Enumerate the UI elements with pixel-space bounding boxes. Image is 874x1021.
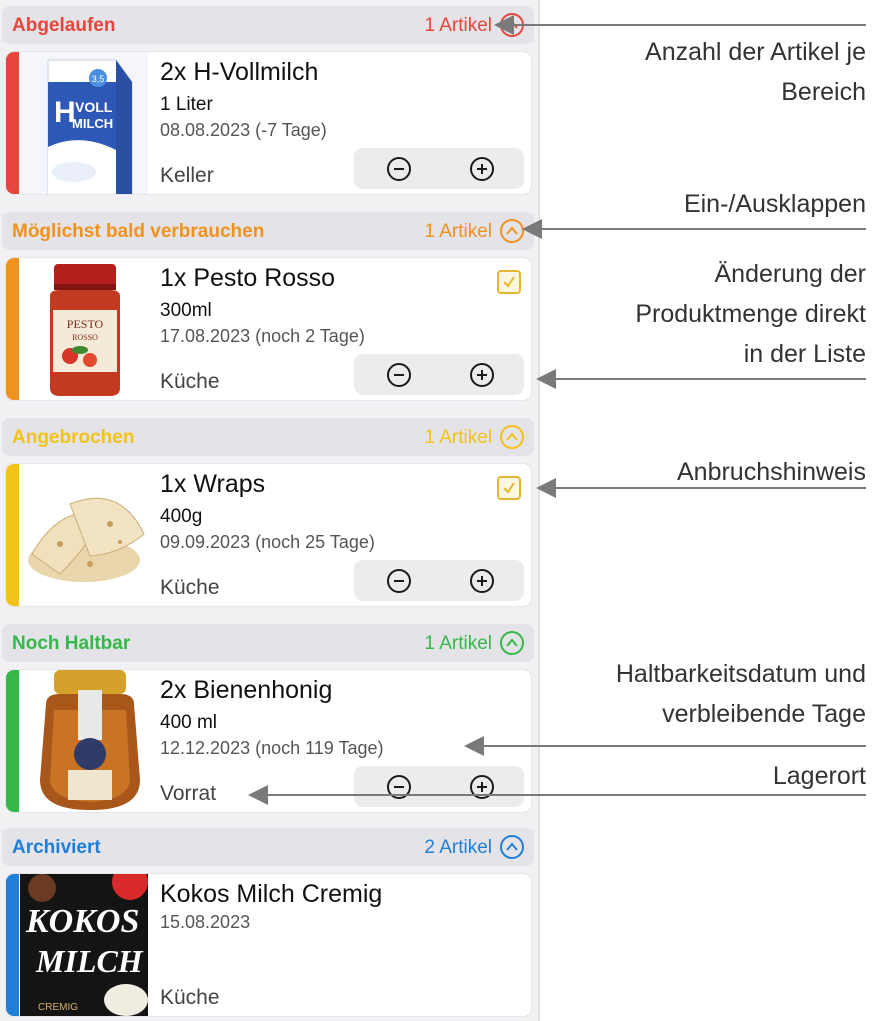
item-name: Kokos Milch Cremig: [160, 880, 383, 908]
item-location: Küche: [160, 370, 220, 393]
item-location: Küche: [160, 576, 220, 599]
item-size: 300ml: [160, 300, 212, 321]
item-name: 2x Bienenhonig: [160, 676, 333, 704]
coconut-label-milch: MILCH: [35, 943, 144, 979]
section-count: 1 Artikel: [424, 633, 492, 654]
item-name: 1x Pesto Rosso: [160, 264, 336, 292]
section-title: Noch Haltbar: [12, 633, 131, 654]
milk-label-voll: VOLL: [75, 99, 113, 115]
product-image-honey: [20, 670, 148, 812]
milk-fat-label: 3,5: [92, 74, 105, 84]
checkbox-checked-icon[interactable]: [497, 476, 521, 500]
chevron-up-circle-icon[interactable]: [500, 219, 524, 243]
pesto-label-2: ROSSO: [72, 333, 98, 342]
product-image-coconut-milk: KOKOS MILCH CREMIG: [20, 874, 148, 1016]
coconut-label-cremig: CREMIG: [38, 1002, 78, 1013]
list-item[interactable]: 1x Wraps 400g 09.09.2023 (noch 25 Tage) …: [6, 464, 531, 606]
list-item[interactable]: 2x Bienenhonig 400 ml 12.12.2023 (noch 1…: [6, 670, 531, 812]
item-expiry-date: 09.09.2023 (noch 25 Tage): [160, 532, 375, 552]
annotation-count: Anzahl der Artikel je Bereich: [645, 38, 866, 106]
section-header-angebrochen[interactable]: Angebrochen 1 Artikel: [2, 418, 534, 456]
section-count: 1 Artikel: [424, 15, 492, 36]
product-image-milk: 3,5 H VOLL MILCH: [20, 52, 148, 194]
annotation-location: Lagerort: [772, 762, 866, 790]
status-stripe: [6, 52, 19, 194]
quantity-stepper: [354, 354, 524, 395]
list-item[interactable]: PESTO ROSSO 1x Pesto Rosso 300ml 17.08.2…: [6, 258, 531, 400]
section-count: 1 Artikel: [424, 427, 492, 448]
item-expiry-date: 08.08.2023 (-7 Tage): [160, 120, 327, 140]
annotation-quantity: Änderung der Produktmenge direkt in der …: [635, 260, 866, 368]
status-stripe: [6, 670, 19, 812]
quantity-stepper: [354, 766, 524, 807]
item-expiry-date: 15.08.2023: [160, 912, 251, 932]
plus-circle-icon[interactable]: [470, 569, 494, 593]
quantity-stepper: [354, 148, 524, 189]
section-title: Abgelaufen: [12, 15, 116, 36]
item-location: Vorrat: [160, 782, 217, 805]
pesto-label-1: PESTO: [67, 317, 104, 331]
plus-circle-icon[interactable]: [470, 363, 494, 387]
section-header-moeglichst-bald[interactable]: Möglichst bald verbrauchen 1 Artikel: [2, 212, 534, 250]
item-location: Küche: [160, 986, 220, 1009]
quantity-stepper: [354, 560, 524, 601]
product-image-pesto: PESTO ROSSO: [20, 258, 148, 400]
plus-circle-icon[interactable]: [470, 157, 494, 181]
milk-label-milch: MILCH: [72, 116, 113, 131]
annotation-opened: Anbruchshinweis: [677, 458, 866, 486]
section-header-noch-haltbar[interactable]: Noch Haltbar 1 Artikel: [2, 624, 534, 662]
status-stripe: [6, 874, 19, 1016]
item-size: 400 ml: [160, 712, 218, 733]
section-count: 2 Artikel: [424, 837, 492, 858]
item-name: 2x H-Vollmilch: [160, 58, 319, 86]
section-title: Archiviert: [12, 837, 101, 858]
plus-circle-icon[interactable]: [470, 775, 494, 799]
list-item[interactable]: 3,5 H VOLL MILCH 2x H-Vollmilch 1 Liter …: [6, 52, 531, 194]
item-expiry-date: 17.08.2023 (noch 2 Tage): [160, 326, 365, 346]
chevron-up-circle-icon[interactable]: [500, 835, 524, 859]
coconut-label-kokos: KOKOS: [25, 903, 139, 940]
status-stripe: [6, 464, 19, 606]
annotation-date: Haltbarkeitsdatum und verbleibende Tage: [615, 660, 866, 728]
section-count: 1 Artikel: [424, 221, 492, 242]
annotation-toggle: Ein-/Ausklappen: [683, 190, 866, 218]
status-stripe: [6, 258, 19, 400]
item-location: Keller: [160, 164, 214, 187]
item-name: 1x Wraps: [160, 470, 266, 498]
pantry-list-panel: Abgelaufen 1 Artikel 3,5 H VOLL MILCH 2x…: [0, 0, 540, 1021]
item-expiry-date: 12.12.2023 (noch 119 Tage): [160, 738, 384, 758]
chevron-up-circle-icon[interactable]: [500, 13, 524, 37]
minus-circle-icon[interactable]: [387, 363, 411, 387]
minus-circle-icon[interactable]: [387, 569, 411, 593]
chevron-up-circle-icon[interactable]: [500, 425, 524, 449]
chevron-up-circle-icon[interactable]: [500, 631, 524, 655]
item-size: 1 Liter: [160, 94, 213, 115]
checkbox-checked-icon[interactable]: [497, 270, 521, 294]
minus-circle-icon[interactable]: [387, 157, 411, 181]
section-header-archiviert[interactable]: Archiviert 2 Artikel: [2, 828, 534, 866]
list-item[interactable]: KOKOS MILCH CREMIG Kokos Milch Cremig 15…: [6, 874, 531, 1016]
item-size: 400g: [160, 506, 203, 527]
product-image-wraps: [20, 464, 148, 606]
section-title: Möglichst bald verbrauchen: [12, 221, 265, 242]
section-header-abgelaufen[interactable]: Abgelaufen 1 Artikel: [2, 6, 534, 44]
minus-circle-icon[interactable]: [387, 775, 411, 799]
section-title: Angebrochen: [12, 427, 135, 448]
